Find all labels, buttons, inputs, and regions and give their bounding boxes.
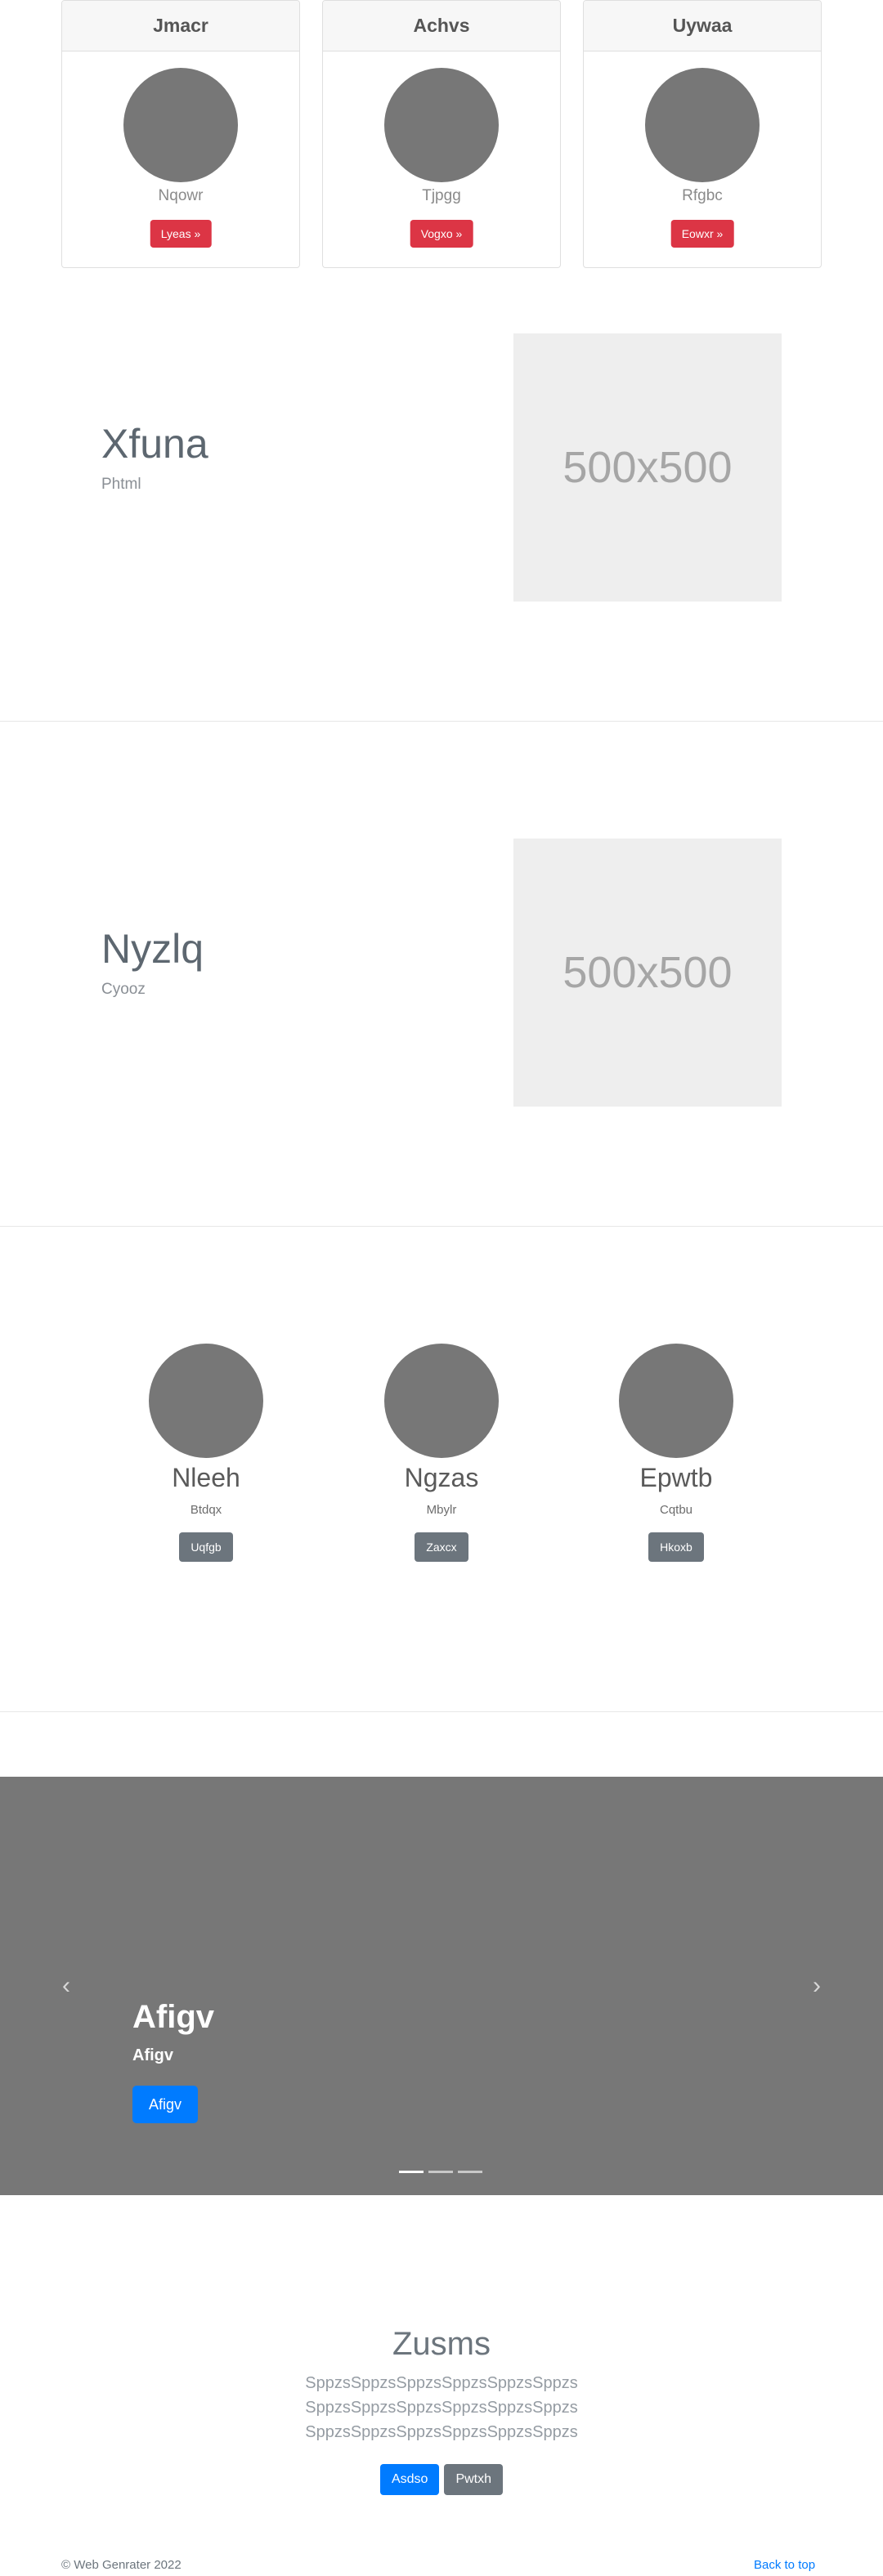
card-header: Uywaa (584, 1, 821, 51)
featurette-image-placeholder: 500x500 (513, 839, 782, 1107)
featurette-subtitle: Cyooz (101, 981, 146, 998)
person-button[interactable]: Hkoxb (648, 1532, 704, 1562)
card-button[interactable]: Vogxo » (410, 220, 473, 248)
section-divider (0, 1711, 883, 1712)
person-image-placeholder (149, 1344, 263, 1458)
carousel-indicator-1[interactable] (399, 2171, 424, 2173)
person-name: Epwtb (639, 1463, 713, 1492)
featurette-heading: Xfuna (101, 421, 208, 467)
person-name: Nleeh (172, 1463, 240, 1492)
card-image-placeholder (384, 68, 499, 182)
featurette-divider (0, 1226, 883, 1227)
carousel-indicators (399, 2171, 482, 2173)
jumbotron-buttons: Asdso Pwtxh (0, 2464, 883, 2495)
carousel-caption-button[interactable]: Afigv (132, 2086, 198, 2123)
featurette-subtitle: Phtml (101, 476, 141, 493)
secondary-button[interactable]: Pwtxh (444, 2464, 504, 2495)
card-button[interactable]: Lyeas » (150, 220, 212, 248)
person-button[interactable]: Uqfgb (179, 1532, 233, 1562)
card-image-placeholder (123, 68, 238, 182)
featurette-heading: Nyzlq (101, 926, 204, 972)
chevron-left-icon[interactable]: ‹ (54, 1970, 78, 2002)
card-1: Jmacr Nqowr Lyeas » (61, 0, 300, 268)
footer-copyright: © Web Genrater 2022 (61, 2558, 182, 2572)
person-column-2: Ngzas Mbylr Zaxcx (360, 1344, 523, 1562)
person-subtitle: Cqtbu (659, 1503, 693, 1517)
person-image-placeholder (384, 1344, 499, 1458)
card-button[interactable]: Eowxr » (670, 220, 734, 248)
featurette-image-placeholder: 500x500 (513, 333, 782, 602)
jumbotron: Zusms SppzsSppzsSppzsSppzsSppzsSppzs Spp… (0, 2326, 883, 2495)
person-column-1: Nleeh Btdqx Uqfgb (124, 1344, 288, 1562)
card-text: Tjpgg (422, 187, 461, 204)
card-header: Achvs (323, 1, 560, 51)
primary-button[interactable]: Asdso (379, 2464, 440, 2495)
person-image-placeholder (619, 1344, 733, 1458)
carousel-indicator-2[interactable] (428, 2171, 453, 2173)
jumbotron-title: Zusms (392, 2326, 491, 2362)
card-image-placeholder (645, 68, 760, 182)
carousel: ‹ › Afigv Afigv Afigv (0, 1777, 883, 2195)
jumbotron-lead: SppzsSppzsSppzsSppzsSppzsSppzs SppzsSppz… (305, 2374, 578, 2441)
card-2: Achvs Tjpgg Vogxo » (322, 0, 561, 268)
carousel-caption-title: Afigv (132, 1999, 214, 2035)
person-name: Ngzas (404, 1463, 479, 1492)
card-deck: Jmacr Nqowr Lyeas » Achvs Tjpgg Vogxo » … (61, 0, 822, 268)
back-to-top-link[interactable]: Back to top (754, 2558, 815, 2572)
featurette-divider (0, 721, 883, 722)
card-header: Jmacr (62, 1, 299, 51)
card-3: Uywaa Rfgbc Eowxr » (583, 0, 822, 268)
card-text: Nqowr (158, 187, 204, 204)
carousel-caption-subtitle: Afigv (132, 2046, 173, 2064)
person-button[interactable]: Zaxcx (415, 1532, 468, 1562)
chevron-right-icon[interactable]: › (805, 1970, 829, 2002)
person-subtitle: Btdqx (190, 1503, 222, 1517)
card-text: Rfgbc (682, 187, 723, 204)
person-column-3: Epwtb Cqtbu Hkoxb (594, 1344, 758, 1562)
person-subtitle: Mbylr (426, 1503, 457, 1517)
carousel-indicator-3[interactable] (458, 2171, 482, 2173)
